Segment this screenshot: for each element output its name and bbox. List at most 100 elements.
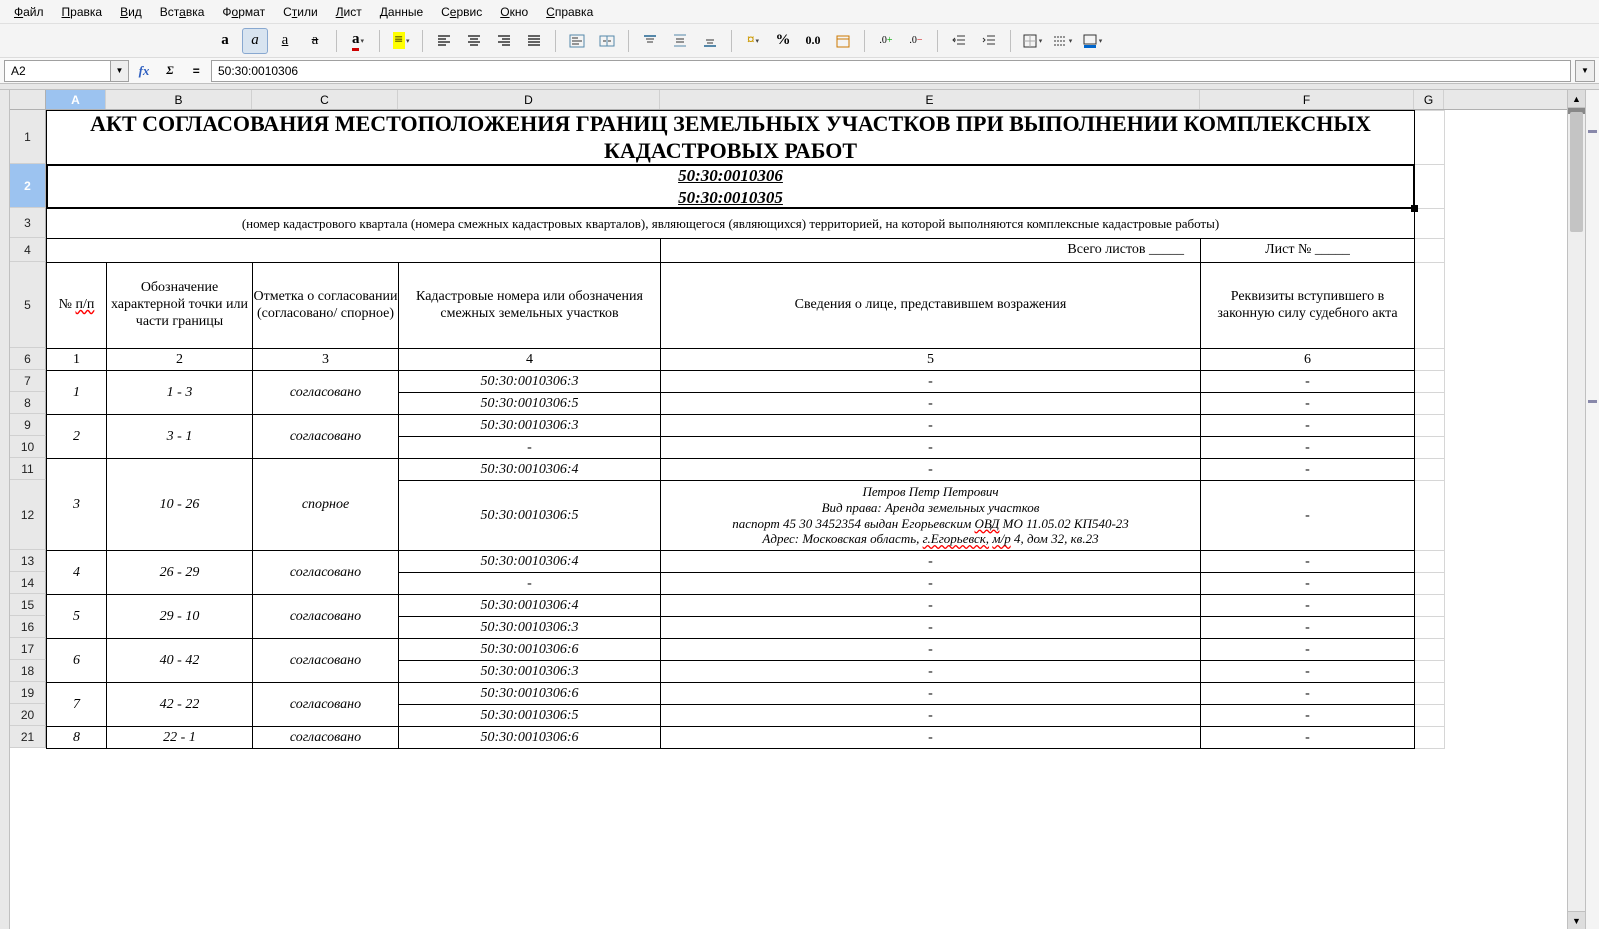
data-act-1-0[interactable]: - [1201, 371, 1415, 393]
row-header-17[interactable]: 17 [10, 638, 46, 660]
data-act-7-1[interactable]: - [1201, 705, 1415, 727]
data-cadnum-1-0[interactable]: 50:30:0010306:3 [399, 371, 661, 393]
merge-cells-button[interactable] [594, 28, 620, 54]
data-point-6[interactable]: 40 - 42 [107, 639, 253, 683]
data-person-3-0[interactable]: - [661, 459, 1201, 481]
data-act-6-0[interactable]: - [1201, 639, 1415, 661]
data-cadnum-4-0[interactable]: 50:30:0010306:4 [399, 551, 661, 573]
data-person-4-0[interactable]: - [661, 551, 1201, 573]
border-style-button[interactable]: ▾ [1049, 28, 1075, 54]
table-colnum-e[interactable]: 5 [661, 349, 1201, 371]
col-header-c[interactable]: C [252, 90, 398, 109]
data-person-5-1[interactable]: - [661, 617, 1201, 639]
total-sheets[interactable]: Всего листов _____ [661, 239, 1201, 263]
row-header-10[interactable]: 10 [10, 436, 46, 458]
data-num-3[interactable]: 3 [47, 459, 107, 551]
align-right-button[interactable] [491, 28, 517, 54]
align-left-button[interactable] [431, 28, 457, 54]
data-status-4[interactable]: согласовано [253, 551, 399, 595]
data-status-2[interactable]: согласовано [253, 415, 399, 459]
row-header-2[interactable]: 2 [10, 164, 46, 208]
data-status-6[interactable]: согласовано [253, 639, 399, 683]
data-num-4[interactable]: 4 [47, 551, 107, 595]
data-point-4[interactable]: 26 - 29 [107, 551, 253, 595]
data-person-4-1[interactable]: - [661, 573, 1201, 595]
currency-button[interactable]: ¤▾ [740, 28, 766, 54]
col-header-g[interactable]: G [1414, 90, 1444, 109]
row-header-9[interactable]: 9 [10, 414, 46, 436]
data-act-1-1[interactable]: - [1201, 393, 1415, 415]
row-header-12[interactable]: 12 [10, 480, 46, 550]
row-header-4[interactable]: 4 [10, 238, 46, 262]
menu-data[interactable]: Данные [372, 2, 431, 22]
table-colnum-f[interactable]: 6 [1201, 349, 1415, 371]
col-header-b[interactable]: B [106, 90, 252, 109]
scroll-up-button[interactable]: ▲ [1568, 90, 1585, 108]
col-header-f[interactable]: F [1200, 90, 1414, 109]
data-num-2[interactable]: 2 [47, 415, 107, 459]
data-act-3-1[interactable]: - [1201, 481, 1415, 551]
note-cell[interactable]: (номер кадастрового квартала (номера сме… [47, 209, 1415, 239]
menu-file[interactable]: Файл [6, 2, 52, 22]
table-header-b[interactable]: Обозначение характерной точки или части … [107, 263, 253, 349]
data-cadnum-3-0[interactable]: 50:30:0010306:4 [399, 459, 661, 481]
data-act-7-0[interactable]: - [1201, 683, 1415, 705]
data-person-2-1[interactable]: - [661, 437, 1201, 459]
menu-edit[interactable]: Правка [54, 2, 111, 22]
menu-styles[interactable]: Стили [275, 2, 326, 22]
menu-insert[interactable]: Вставка [152, 2, 213, 22]
col-header-a[interactable]: A [46, 90, 106, 109]
data-person-6-1[interactable]: - [661, 661, 1201, 683]
remove-decimal-button[interactable]: .0− [903, 28, 929, 54]
data-act-4-0[interactable]: - [1201, 551, 1415, 573]
data-cadnum-2-0[interactable]: 50:30:0010306:3 [399, 415, 661, 437]
row-header-20[interactable]: 20 [10, 704, 46, 726]
data-cadnum-2-1[interactable]: - [399, 437, 661, 459]
borders-button[interactable]: ▾ [1019, 28, 1045, 54]
name-box[interactable]: A2 ▼ [4, 60, 129, 82]
menu-help[interactable]: Справка [538, 2, 601, 22]
font-color-button[interactable]: a▾ [345, 28, 371, 54]
data-point-3[interactable]: 10 - 26 [107, 459, 253, 551]
underline-button[interactable]: a [272, 28, 298, 54]
data-act-4-1[interactable]: - [1201, 573, 1415, 595]
scroll-thumb[interactable] [1570, 112, 1583, 232]
function-button[interactable]: = [185, 60, 207, 82]
align-justify-button[interactable] [521, 28, 547, 54]
decrease-indent-button[interactable] [976, 28, 1002, 54]
data-cadnum-1-1[interactable]: 50:30:0010306:5 [399, 393, 661, 415]
select-all-corner[interactable] [10, 90, 46, 110]
data-act-2-0[interactable]: - [1201, 415, 1415, 437]
document-title[interactable]: АКТ СОГЛАСОВАНИЯ МЕСТОПОЛОЖЕНИЯ ГРАНИЦ З… [47, 111, 1415, 165]
row-header-16[interactable]: 16 [10, 616, 46, 638]
col-header-e[interactable]: E [660, 90, 1200, 109]
highlight-button[interactable]: ≡▾ [388, 28, 414, 54]
table-header-c[interactable]: Отметка о согласовании (согласовано/ спо… [253, 263, 399, 349]
data-cadnum-3-1[interactable]: 50:30:0010306:5 [399, 481, 661, 551]
data-cadnum-6-0[interactable]: 50:30:0010306:6 [399, 639, 661, 661]
scroll-down-button[interactable]: ▼ [1568, 911, 1585, 929]
row-header-5[interactable]: 5 [10, 262, 46, 348]
wrap-text-button[interactable] [564, 28, 590, 54]
bold-button[interactable]: a [212, 28, 238, 54]
sheet-number[interactable]: Лист № _____ [1201, 239, 1415, 263]
data-cadnum-7-0[interactable]: 50:30:0010306:6 [399, 683, 661, 705]
row-header-6[interactable]: 6 [10, 348, 46, 370]
date-button[interactable] [830, 28, 856, 54]
data-status-5[interactable]: согласовано [253, 595, 399, 639]
vertical-scrollbar[interactable]: ▲ ▼ [1567, 90, 1585, 929]
data-num-1[interactable]: 1 [47, 371, 107, 415]
data-person-1-1[interactable]: - [661, 393, 1201, 415]
name-box-dropdown[interactable]: ▼ [110, 61, 128, 81]
italic-button[interactable]: a [242, 28, 268, 54]
align-center-button[interactable] [461, 28, 487, 54]
data-num-6[interactable]: 6 [47, 639, 107, 683]
row-header-18[interactable]: 18 [10, 660, 46, 682]
row-header-8[interactable]: 8 [10, 392, 46, 414]
data-person-7-0[interactable]: - [661, 683, 1201, 705]
data-cadnum-7-1[interactable]: 50:30:0010306:5 [399, 705, 661, 727]
data-act-3-0[interactable]: - [1201, 459, 1415, 481]
data-num-5[interactable]: 5 [47, 595, 107, 639]
data-status-7[interactable]: согласовано [253, 683, 399, 727]
valign-top-button[interactable] [637, 28, 663, 54]
